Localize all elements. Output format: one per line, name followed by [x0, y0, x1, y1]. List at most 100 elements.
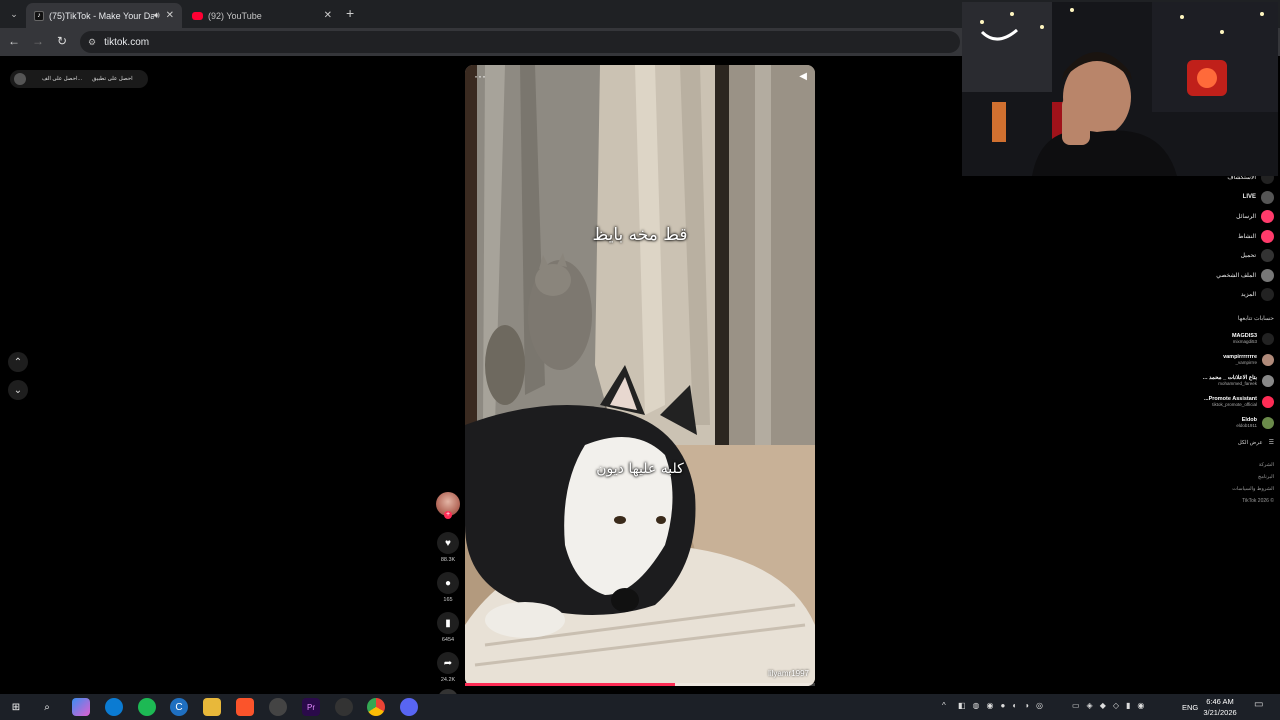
windows-start-icon[interactable]: ⊞ [7, 698, 25, 716]
edge-icon[interactable] [105, 698, 123, 716]
tab-title: (92) YouTube [208, 10, 262, 21]
sidebar-nav-label: المزيد [1240, 292, 1256, 299]
sidebar-nav-label: تحميل [1240, 253, 1256, 260]
chrome-icon[interactable] [367, 698, 385, 716]
video-player[interactable]: ··· ◀︎ قط مخه بايظ كلبه عليها ديون lilya… [465, 65, 815, 686]
site-info-icon[interactable]: ⚙ [88, 37, 96, 48]
more-options-icon[interactable]: ··· [474, 69, 486, 83]
spotify-icon[interactable] [138, 698, 156, 716]
see-all-link[interactable]: ☰ عرض الكل [1180, 434, 1274, 452]
footer-link[interactable]: البرنامج [1180, 474, 1274, 486]
system-tray-icons[interactable]: ◧◍◉●◐◑◎ [958, 701, 1068, 710]
video-progress-bar[interactable] [465, 683, 815, 686]
account-handle: eldob1911 [1236, 423, 1257, 428]
following-account[interactable]: Promote Assistant... tiktok_promote_offic… [1180, 392, 1274, 413]
forward-button[interactable]: → [30, 34, 46, 48]
sidebar-nav-label: النشاط [1237, 233, 1256, 240]
right-sidebar: الاستكشاف LIVE الرسائل النشاط تحميل الملف الش… [1180, 168, 1274, 510]
share-icon[interactable]: ➦ [437, 652, 459, 674]
get-app-link[interactable]: احصل على تطبيق [92, 76, 133, 82]
message-icon [1261, 210, 1274, 224]
close-tab-icon[interactable]: ✕ [166, 10, 174, 21]
app-circle-icon[interactable] [335, 698, 353, 716]
activity-icon [1261, 229, 1274, 243]
file-explorer-icon[interactable] [203, 698, 221, 716]
footer-link[interactable]: الشروط والسياسات [1180, 486, 1274, 498]
like-icon[interactable]: ♥ [437, 532, 459, 554]
sidebar-nav-item[interactable]: المزيد [1180, 285, 1274, 305]
video-watermark: lilyamr1997 [768, 669, 809, 678]
video-caption-top: قط مخه بايظ [592, 225, 688, 245]
upload-icon [1261, 249, 1274, 263]
comment-icon[interactable]: ● [437, 572, 459, 594]
search-icon[interactable]: ⌕ [38, 698, 56, 716]
clock[interactable]: 6:46 AM 3/21/2026 [1200, 696, 1240, 718]
account-handle: tiktok_promote_official [1212, 402, 1257, 407]
discord-icon[interactable] [400, 698, 418, 716]
speaker-icon[interactable]: 🔊︎ [154, 10, 160, 21]
obs-icon[interactable] [269, 698, 287, 716]
tiktok-icon: ♪ [34, 10, 44, 21]
following-account[interactable]: بتاع الاعلانات _ محمد ... mohammed_fareek [1180, 371, 1274, 392]
new-tab-button[interactable]: + [346, 5, 354, 21]
sidebar-nav-label: الملف الشخصي [1216, 272, 1256, 279]
video-progress-fill [465, 683, 675, 686]
video-actions: + ♥ 88.3K ● 165 ▮ 6454 ➦ 24.2K [434, 492, 462, 709]
comment-count: 165 [443, 597, 453, 603]
see-all-icon: ☰ [1268, 440, 1274, 446]
show-hidden-icons-icon[interactable]: ^ [942, 701, 946, 710]
tab-tiktok[interactable]: ♪ (75)TikTok - Make Your Day 🔊︎ ✕ [26, 3, 182, 28]
account-handle: vampirrre_ [1235, 360, 1257, 365]
screen: ⌄ ♪ (75)TikTok - Make Your Day 🔊︎ ✕ (92)… [0, 0, 1280, 720]
tab-youtube[interactable]: (92) YouTube ✕ [184, 3, 340, 28]
next-video-button[interactable]: ⌄ [8, 380, 28, 400]
like-count: 88.3K [440, 557, 456, 563]
back-button[interactable]: ← [6, 34, 22, 48]
sidebar-nav-item[interactable]: الرسائل [1180, 207, 1274, 227]
premiere-icon[interactable]: Pr [302, 698, 320, 716]
following-account[interactable]: Eldob eldob1911 [1180, 413, 1274, 434]
avatar [1262, 417, 1274, 429]
app-c-icon[interactable]: C [170, 698, 188, 716]
clock-date: 3/21/2026 [1203, 708, 1237, 717]
volume-icon[interactable]: ◀︎ [799, 71, 807, 82]
notifications-icon[interactable]: ▭ [1254, 699, 1263, 710]
tab-title: (75)TikTok - Make Your Day [49, 10, 154, 21]
copilot-icon[interactable] [72, 698, 90, 716]
following-heading: حسابات تتابعها [1237, 315, 1274, 322]
webcam-frame [962, 2, 1278, 176]
close-tab-icon[interactable]: ✕ [324, 10, 332, 21]
url-text: tiktok.com [104, 36, 150, 48]
get-coins-link[interactable]: احصل على الف... [42, 76, 82, 82]
sidebar-nav-item[interactable]: النشاط [1180, 227, 1274, 247]
follow-plus-icon[interactable]: + [444, 511, 452, 519]
video-caption-middle: كلبه عليها ديون [596, 461, 684, 477]
following-account[interactable]: MAGDIS3 mixmagdi53 [1180, 329, 1274, 350]
avatar [1262, 375, 1274, 387]
video-frame [465, 65, 815, 686]
reload-button[interactable]: ↻ [54, 34, 70, 48]
previous-video-button[interactable]: ⌃ [8, 352, 28, 372]
profile-icon [1261, 268, 1274, 282]
brave-icon[interactable] [236, 698, 254, 716]
avatar [1262, 333, 1274, 345]
footer-link[interactable]: الشركة [1180, 462, 1274, 474]
sidebar-nav-item[interactable]: تحميل [1180, 246, 1274, 266]
account-handle: mohammed_fareek [1218, 381, 1257, 386]
footer-link[interactable]: © 2026 TikTok [1180, 498, 1274, 510]
windows-taskbar: ⊞ ⌕ C Pr ^ ◧◍◉●◐◑◎ ▭◈◆◇▮◉ ENG 6:46 AM 3/… [0, 694, 1280, 720]
system-tray-icons-2[interactable]: ▭◈◆◇▮◉ [1072, 701, 1172, 710]
sidebar-nav-item[interactable]: LIVE [1180, 188, 1274, 208]
address-bar[interactable]: ⚙ tiktok.com [80, 31, 960, 53]
bookmark-icon[interactable]: ▮ [437, 612, 459, 634]
see-all-label: عرض الكل [1237, 439, 1263, 446]
following-account[interactable]: vampirrrrrrre vampirrre_ [1180, 350, 1274, 371]
language-indicator[interactable]: ENG [1182, 703, 1198, 712]
get-app-banner[interactable]: احصل على الف... احصل على تطبيق [10, 70, 148, 88]
tab-search-button[interactable]: ⌄ [6, 6, 22, 22]
sidebar-nav-item[interactable]: الملف الشخصي [1180, 266, 1274, 286]
avatar [1262, 396, 1274, 408]
more-icon [1261, 288, 1274, 302]
creator-avatar[interactable]: + [436, 492, 460, 519]
webcam-overlay [962, 2, 1278, 176]
